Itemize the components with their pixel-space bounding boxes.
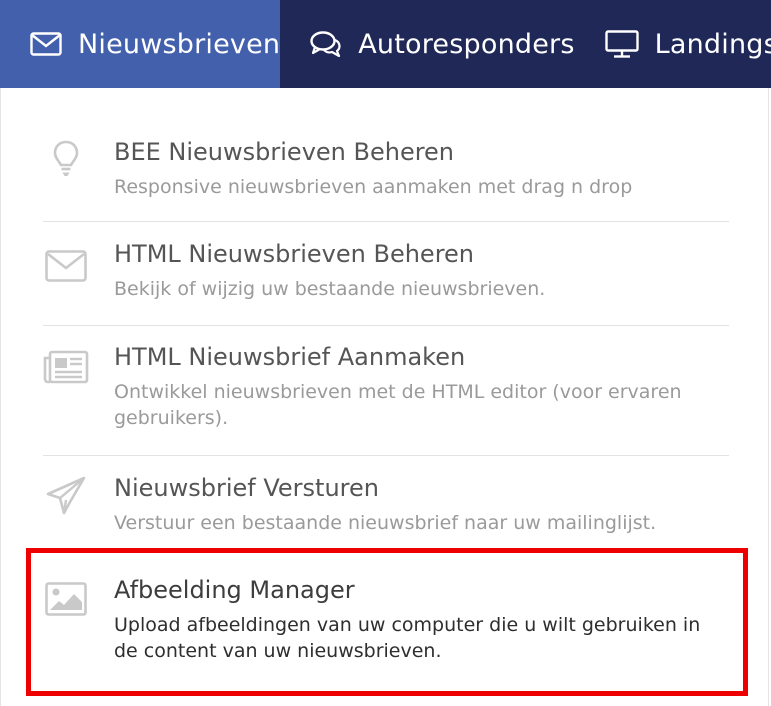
- highlight-annotation-box: [26, 548, 748, 696]
- tab-label: Landingspagina's: [654, 28, 771, 60]
- divider: [43, 325, 729, 326]
- divider: [43, 221, 729, 222]
- tab-autoresponders[interactable]: Autoresponders: [280, 0, 574, 88]
- menu-item-html-nieuwsbrief-aanmaken[interactable]: HTML Nieuwsbrief Aanmaken Ontwikkel nieu…: [43, 343, 729, 433]
- tab-label: Nieuwsbrieven: [78, 28, 281, 60]
- chat-bubbles-icon: [310, 31, 342, 57]
- menu-item-title: Nieuwsbrief Versturen: [114, 474, 379, 502]
- menu-item-html-nieuwsbrieven-beheren[interactable]: HTML Nieuwsbrieven Beheren Bekijk of wij…: [43, 240, 729, 300]
- paper-plane-icon: [43, 476, 89, 516]
- menu-item-description: Bekijk of wijzig uw bestaande nieuwsbrie…: [114, 278, 546, 300]
- envelope-icon: [43, 250, 89, 282]
- menu-item-bee-nieuwsbrieven[interactable]: BEE Nieuwsbrieven Beheren Responsive nie…: [43, 138, 729, 198]
- top-navigation: Nieuwsbrieven Autoresponders Landingspag…: [0, 0, 771, 88]
- monitor-icon: [604, 30, 639, 58]
- menu-item-title: HTML Nieuwsbrief Aanmaken: [114, 343, 466, 371]
- menu-item-nieuwsbrief-versturen[interactable]: Nieuwsbrief Versturen Verstuur een besta…: [43, 474, 729, 534]
- tab-nieuwsbrieven[interactable]: Nieuwsbrieven: [0, 0, 281, 88]
- menu-item-title: HTML Nieuwsbrieven Beheren: [114, 240, 475, 268]
- menu-item-title: BEE Nieuwsbrieven Beheren: [114, 138, 455, 166]
- menu-item-description: Responsive nieuwsbrieven aanmaken met dr…: [114, 176, 633, 198]
- lightbulb-icon: [43, 140, 89, 178]
- envelope-icon: [30, 32, 62, 56]
- tab-label: Autoresponders: [358, 28, 575, 60]
- newspaper-icon: [43, 350, 89, 384]
- tab-landingspaginas[interactable]: Landingspagina's: [575, 0, 771, 88]
- menu-item-description: Ontwikkel nieuwsbrieven met de HTML edit…: [114, 381, 682, 429]
- divider: [43, 455, 729, 456]
- menu-item-description: Verstuur een bestaande nieuwsbrief naar …: [114, 512, 657, 534]
